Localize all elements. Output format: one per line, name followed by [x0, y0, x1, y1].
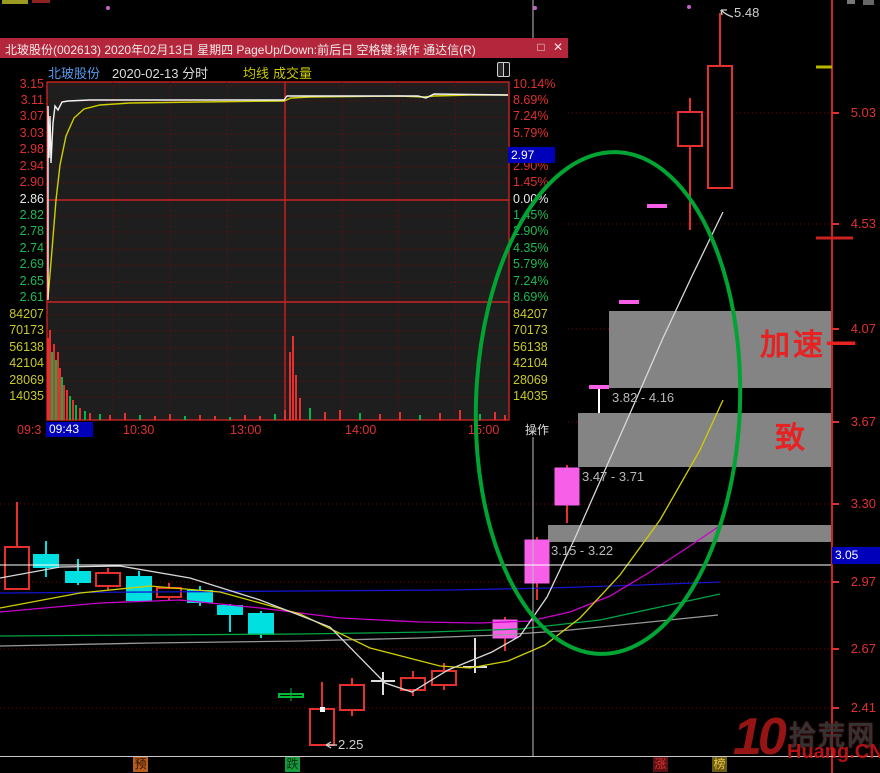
limit-up-dash — [647, 204, 667, 208]
candle-body — [525, 540, 549, 583]
toolbar-badge[interactable]: 榜 — [712, 757, 727, 772]
candle-body — [96, 573, 120, 586]
candle-body — [708, 66, 732, 188]
intraday-chart-canvas[interactable] — [0, 38, 568, 437]
limit-up-dash — [589, 385, 609, 389]
ma-line-gray — [0, 615, 718, 646]
low-price-label: 2.25 — [338, 737, 363, 752]
candle-body — [66, 572, 90, 582]
candlestick — [218, 604, 242, 632]
candle-body — [5, 547, 29, 589]
candlestick — [647, 204, 667, 208]
candle-body — [218, 606, 242, 614]
selected-time-tag: 09:43 — [46, 422, 93, 437]
site-watermark-logo: 10 拾荒网 Huang.CN — [731, 708, 880, 770]
candle-body — [249, 614, 273, 634]
candlestick — [401, 671, 425, 696]
indicator-dot — [533, 6, 537, 10]
indicator-dot — [106, 6, 110, 10]
candlestick — [340, 678, 364, 716]
action-hint-label[interactable]: 操作 — [525, 423, 549, 437]
candle-body — [188, 591, 212, 602]
logo-domain: Huang.CN — [787, 741, 880, 764]
logo-number: 10 — [733, 708, 783, 766]
volume-profile-band — [548, 525, 832, 542]
intraday-inset-window[interactable]: 北玻股份(002613) 2020年02月13日 星期四 PageUp/Down… — [0, 38, 568, 437]
candle-open-dot — [320, 707, 325, 712]
candlestick — [525, 537, 549, 600]
toolbar-badge[interactable]: 预 — [133, 757, 148, 772]
candle-body — [678, 112, 702, 146]
candlestick — [310, 682, 334, 745]
candlestick — [371, 672, 395, 695]
toolbar-badge[interactable]: 跌 — [285, 757, 300, 772]
candlestick — [619, 300, 639, 304]
candlestick — [66, 559, 90, 585]
limit-up-dash — [619, 300, 639, 304]
tdx-application-window: 5.034.534.073.673.302.972.672.413.82 - 4… — [0, 0, 880, 773]
candlestick — [678, 98, 702, 230]
candle-body — [555, 468, 579, 505]
indicator-dot — [687, 5, 691, 9]
candlestick — [555, 465, 579, 523]
candle-body — [310, 709, 334, 745]
candlestick — [96, 568, 120, 590]
inset-crosshair-price-tag: 2.97 — [508, 147, 555, 163]
candlestick — [279, 688, 303, 701]
candlestick — [589, 385, 609, 413]
accel-annotation-text: 加速一 致 — [760, 268, 859, 516]
candle-body — [401, 678, 425, 690]
high-price-label: 5.48 — [734, 5, 759, 20]
ma-line-green — [0, 594, 720, 636]
candle-body — [340, 685, 364, 710]
pane-border — [47, 82, 509, 420]
candlestick — [127, 571, 151, 600]
candlestick — [708, 13, 732, 188]
toolbar-badge[interactable]: 涨 — [653, 757, 668, 772]
crosshair-price-tag: 3.05 — [832, 547, 880, 564]
